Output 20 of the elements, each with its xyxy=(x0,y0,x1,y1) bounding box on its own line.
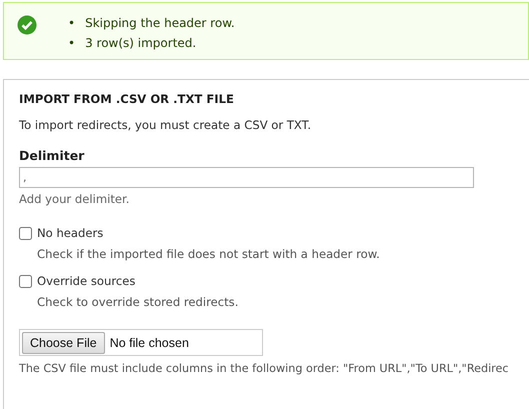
checkmark-icon xyxy=(17,15,37,35)
checkbox[interactable] xyxy=(19,274,32,288)
file-status: No file chosen xyxy=(110,336,189,350)
field-description: Add your delimiter. xyxy=(19,192,130,206)
checkbox-label[interactable]: Override sources xyxy=(37,273,136,289)
file-input-field[interactable]: Choose File No file chosen xyxy=(19,329,263,356)
choose-file-button[interactable]: Choose File xyxy=(22,332,105,354)
section-title: IMPORT FROM .CSV OR .TXT FILE xyxy=(19,91,235,107)
checkbox[interactable] xyxy=(19,226,32,240)
bullet: • xyxy=(68,35,76,52)
checkbox-label[interactable]: No headers xyxy=(37,225,104,241)
intro-text: To import redirects, you must create a CSV or TXT. xyxy=(19,117,312,133)
field-label: Delimiter xyxy=(19,148,84,164)
bullet: • xyxy=(68,15,76,32)
message-text: Skipping the header row. xyxy=(85,15,235,32)
option-description: Check to override stored redirects. xyxy=(37,295,238,309)
message-text: 3 row(s) imported. xyxy=(85,35,196,52)
delimiter-field[interactable]: , xyxy=(19,167,474,188)
option-description: Check if the imported file does not start with a header row. xyxy=(37,247,380,261)
file-description: The CSV file must include columns in the following order: "From URL","To URL","Redirec xyxy=(19,362,509,375)
